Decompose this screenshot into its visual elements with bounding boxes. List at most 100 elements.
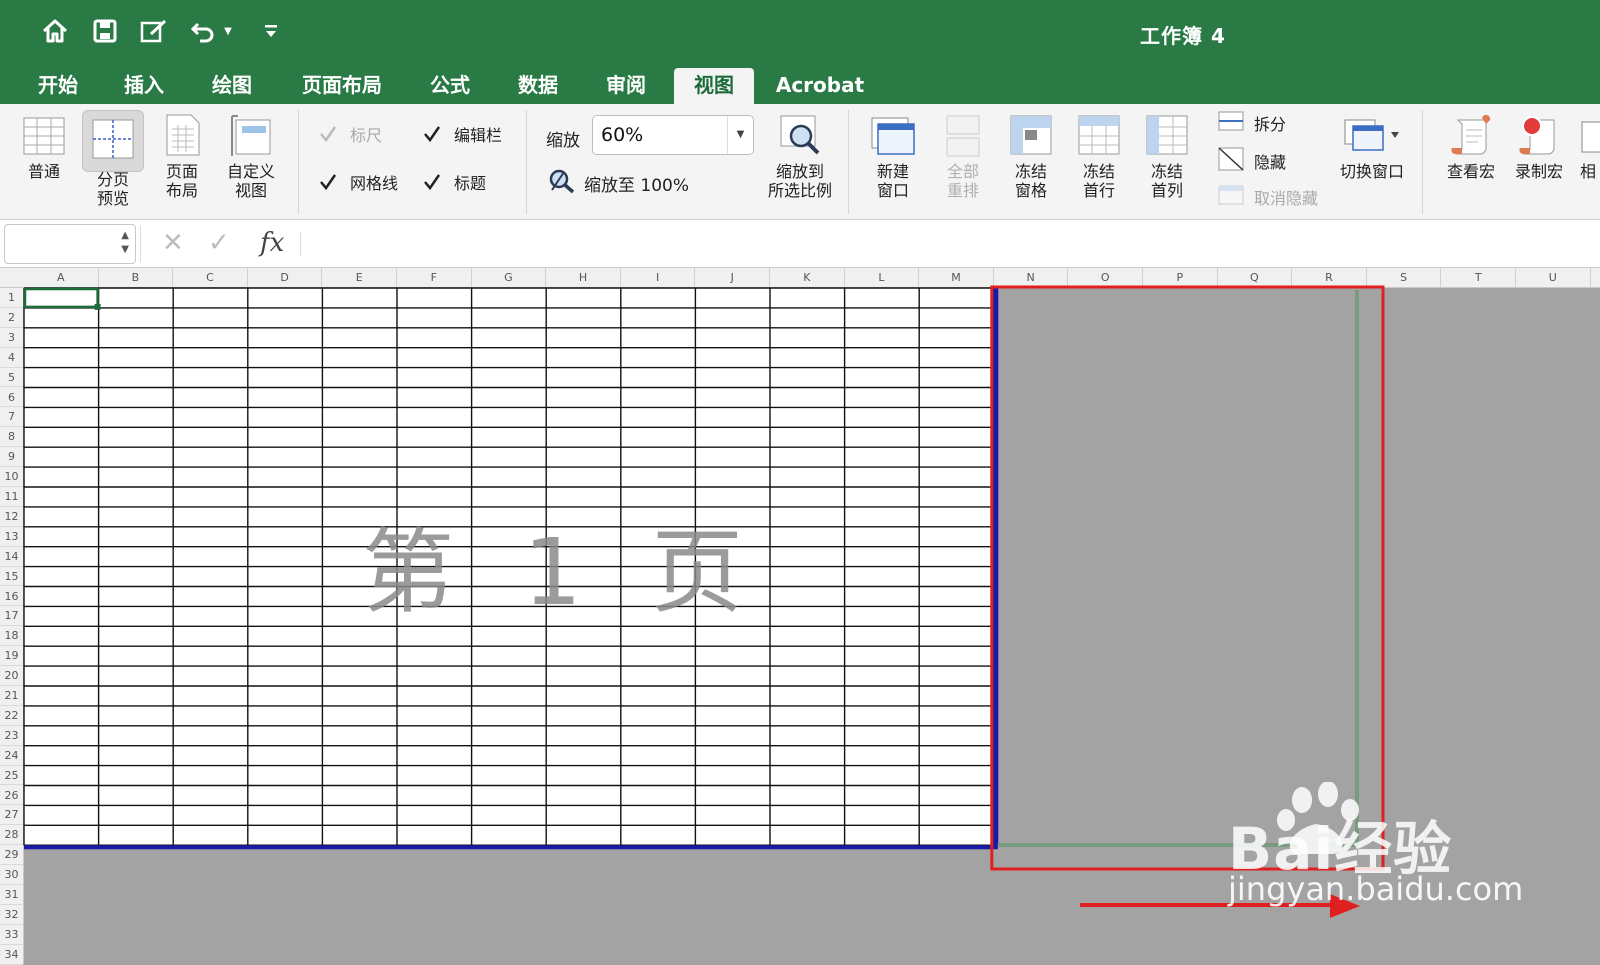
relative-reference-button[interactable]: 相	[1576, 112, 1600, 181]
row-header[interactable]: 14	[0, 547, 23, 567]
zoom-100-button[interactable]: 缩放至 100%	[548, 168, 689, 199]
column-header[interactable]: L	[845, 268, 920, 287]
row-header[interactable]: 3	[0, 328, 23, 348]
column-header[interactable]: Q	[1218, 268, 1293, 287]
column-header[interactable]: M	[919, 268, 994, 287]
new-window-button[interactable]: 新建 窗口	[862, 112, 924, 200]
column-header[interactable]: J	[695, 268, 770, 287]
customize-toolbar-icon[interactable]	[254, 14, 288, 48]
edit-sheet-icon[interactable]	[137, 14, 171, 48]
row-header[interactable]: 26	[0, 786, 23, 806]
name-box-stepper-icon[interactable]: ▲ ▼	[121, 229, 129, 257]
row-header[interactable]: 25	[0, 766, 23, 786]
column-header[interactable]: U	[1516, 268, 1591, 287]
row-header[interactable]: 21	[0, 686, 23, 706]
divider	[140, 226, 141, 262]
page-layout-view-button[interactable]: 页面 布局	[152, 112, 212, 200]
tab-formulas[interactable]: 公式	[414, 68, 486, 104]
freeze-top-row-button[interactable]: 冻结 首行	[1068, 112, 1130, 200]
undo-dropdown-icon[interactable]: ▼	[220, 14, 236, 48]
page-break-preview-button[interactable]: 分页 预览	[82, 110, 144, 216]
switch-windows-button[interactable]: 切换窗口	[1334, 112, 1410, 181]
row-header[interactable]: 22	[0, 706, 23, 726]
row-header[interactable]: 11	[0, 487, 23, 507]
cancel-icon[interactable]: ✕	[162, 228, 184, 258]
custom-views-button[interactable]: 自定义 视图	[218, 112, 284, 200]
column-header[interactable]: H	[546, 268, 621, 287]
column-header[interactable]: E	[322, 268, 397, 287]
row-header[interactable]: 31	[0, 885, 23, 905]
row-header[interactable]: 27	[0, 805, 23, 826]
row-header[interactable]: 15	[0, 567, 23, 587]
row-header[interactable]: 5	[0, 368, 23, 388]
column-header[interactable]: S	[1367, 268, 1442, 287]
hide-button[interactable]: 隐藏	[1218, 146, 1286, 176]
row-header[interactable]: 8	[0, 427, 23, 448]
headings-checkbox[interactable]: 标题	[422, 170, 486, 194]
tab-data[interactable]: 数据	[502, 68, 574, 104]
row-header[interactable]: 13	[0, 527, 23, 547]
column-header[interactable]: B	[99, 268, 174, 287]
split-button[interactable]: 拆分	[1218, 110, 1286, 136]
column-header[interactable]: G	[472, 268, 547, 287]
home-icon[interactable]	[38, 14, 72, 48]
column-header[interactable]: R	[1292, 268, 1367, 287]
column-header[interactable]: N	[994, 268, 1069, 287]
column-header[interactable]: C	[173, 268, 248, 287]
save-icon[interactable]	[88, 14, 122, 48]
zoom-select[interactable]: 60% ▼	[592, 115, 754, 155]
tab-view[interactable]: 视图	[674, 68, 754, 104]
row-header[interactable]: 33	[0, 925, 23, 945]
row-header[interactable]: 12	[0, 507, 23, 527]
unhide-button[interactable]: 取消隐藏	[1218, 184, 1318, 210]
row-header[interactable]: 24	[0, 746, 23, 766]
row-header[interactable]: 34	[0, 945, 23, 965]
column-header[interactable]: I	[621, 268, 696, 287]
tab-page-layout[interactable]: 页面布局	[290, 68, 394, 104]
row-header[interactable]: 7	[0, 407, 23, 428]
row-header[interactable]: 16	[0, 587, 23, 607]
column-header[interactable]: P	[1143, 268, 1218, 287]
column-header[interactable]: A	[24, 268, 99, 287]
row-header[interactable]: 9	[0, 447, 23, 468]
zoom-to-selection-button[interactable]: 缩放到 所选比例	[762, 112, 838, 200]
record-macro-button[interactable]: 录制宏	[1508, 112, 1570, 181]
chevron-down-icon[interactable]: ▼	[727, 116, 753, 154]
normal-view-button[interactable]: 普通	[14, 112, 74, 181]
gridlines-checkbox[interactable]: 网格线	[318, 170, 398, 194]
row-header[interactable]: 4	[0, 348, 23, 368]
column-header[interactable]: O	[1068, 268, 1143, 287]
confirm-icon[interactable]: ✓	[208, 228, 230, 258]
column-header[interactable]: D	[248, 268, 323, 287]
row-header[interactable]: 23	[0, 726, 23, 746]
tab-insert[interactable]: 插入	[108, 68, 180, 104]
row-header[interactable]: 6	[0, 388, 23, 408]
row-header[interactable]: 28	[0, 825, 23, 846]
tab-review[interactable]: 审阅	[590, 68, 662, 104]
row-header[interactable]: 29	[0, 845, 23, 866]
tab-acrobat[interactable]: Acrobat	[768, 68, 872, 104]
column-header[interactable]: T	[1441, 268, 1516, 287]
view-macros-button[interactable]: 查看宏	[1440, 112, 1502, 181]
row-header[interactable]: 18	[0, 626, 23, 647]
formula-bar-checkbox[interactable]: 编辑栏	[422, 122, 502, 146]
row-header[interactable]: 10	[0, 467, 23, 487]
name-box[interactable]: ▲ ▼	[4, 224, 136, 264]
undo-icon[interactable]	[188, 14, 222, 48]
row-header[interactable]: 2	[0, 308, 23, 328]
tab-draw[interactable]: 绘图	[196, 68, 268, 104]
tab-home[interactable]: 开始	[22, 68, 94, 104]
column-header[interactable]: K	[770, 268, 845, 287]
row-header[interactable]: 30	[0, 865, 23, 885]
freeze-first-column-button[interactable]: 冻结 首列	[1136, 112, 1198, 200]
row-header[interactable]: 19	[0, 646, 23, 667]
insert-function-icon[interactable]: fx	[260, 228, 284, 258]
row-header[interactable]: 1	[0, 288, 23, 308]
row-header[interactable]: 20	[0, 666, 23, 686]
row-header[interactable]: 17	[0, 606, 23, 627]
freeze-panes-button[interactable]: 冻结 窗格	[1000, 112, 1062, 200]
column-header[interactable]: F	[397, 268, 472, 287]
arrange-all-button[interactable]: 全部 重排	[932, 112, 994, 200]
ruler-checkbox[interactable]: 标尺	[318, 122, 382, 146]
row-header[interactable]: 32	[0, 905, 23, 925]
